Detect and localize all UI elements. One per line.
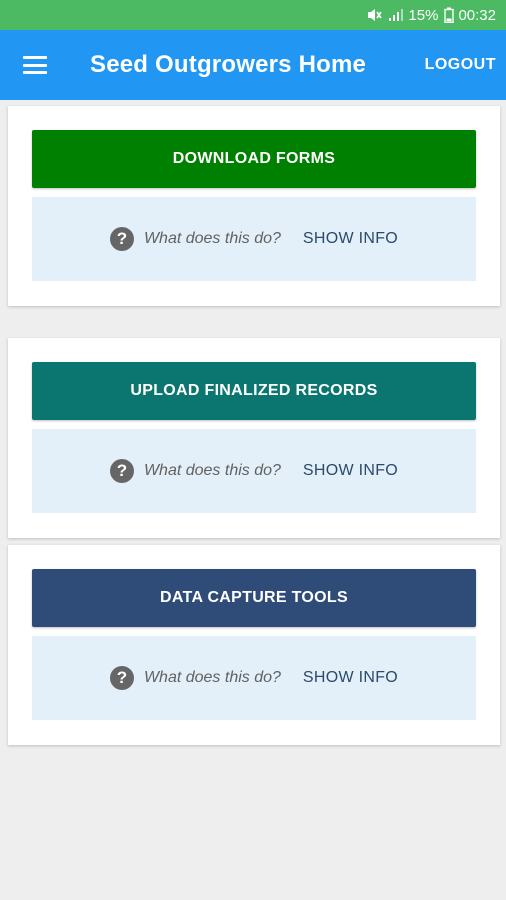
app-bar: Seed Outgrowers Home LOGOUT [0,30,506,100]
show-info-button[interactable]: SHOW INFO [303,669,398,687]
download-forms-button[interactable]: DOWNLOAD FORMS [32,130,476,188]
upload-records-card: UPLOAD FINALIZED RECORDS ? What does thi… [8,338,500,538]
info-panel: ? What does this do? SHOW INFO [32,429,476,513]
info-panel: ? What does this do? SHOW INFO [32,197,476,281]
info-panel: ? What does this do? SHOW INFO [32,636,476,720]
question-circle-icon: ? [109,666,134,690]
status-bar: 15% 00:32 [0,0,506,30]
battery-percent: 15% [408,6,439,24]
question-circle-icon: ? [109,459,134,483]
status-time: 00:32 [458,6,496,24]
show-info-button[interactable]: SHOW INFO [303,230,398,248]
battery-icon [444,7,455,23]
signal-icon [388,7,404,23]
download-forms-card: DOWNLOAD FORMS ? What does this do? SHOW… [8,106,500,306]
upload-finalized-records-button[interactable]: UPLOAD FINALIZED RECORDS [32,362,476,420]
hamburger-menu-icon [23,56,47,74]
logout-button[interactable]: LOGOUT [425,56,506,74]
show-info-button[interactable]: SHOW INFO [303,462,398,480]
page-title: Seed Outgrowers Home [90,51,367,78]
question-circle-icon: ? [109,227,134,251]
menu-button[interactable] [0,30,70,100]
info-question: What does this do? [143,230,281,247]
data-capture-tools-button[interactable]: DATA CAPTURE TOOLS [32,569,476,627]
info-question: What does this do? [143,669,281,686]
mute-icon [366,7,383,23]
data-capture-tools-card: DATA CAPTURE TOOLS ? What does this do? … [8,545,500,745]
info-question: What does this do? [143,462,281,479]
